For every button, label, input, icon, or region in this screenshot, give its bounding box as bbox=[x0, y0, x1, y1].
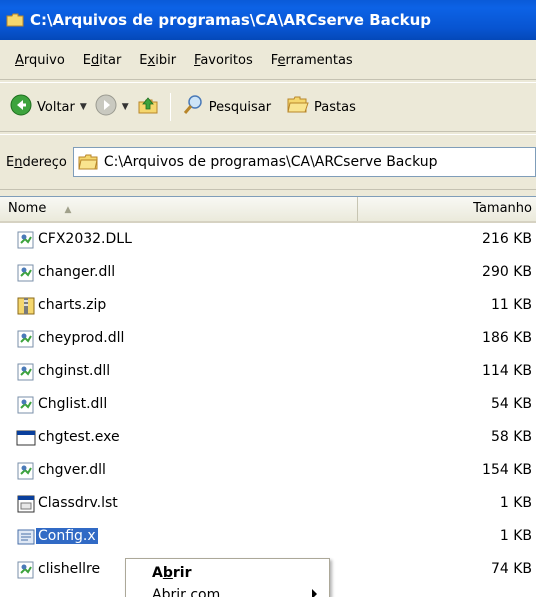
address-label: Endereço bbox=[6, 154, 67, 170]
file-size: 11 KB bbox=[490, 297, 532, 313]
file-row[interactable]: Classdrv.lst 1 KB bbox=[0, 491, 536, 518]
file-size: 58 KB bbox=[490, 429, 532, 445]
dll-icon bbox=[16, 560, 36, 580]
file-size: 1 KB bbox=[499, 495, 532, 511]
context-open-with-item[interactable]: Abrir com bbox=[152, 587, 220, 597]
file-size: 114 KB bbox=[482, 363, 532, 379]
menu-arquivo-rest: rquivo bbox=[23, 53, 65, 68]
menu-ferramentas[interactable]: Ferramentas bbox=[262, 49, 362, 72]
folder-icon bbox=[6, 13, 24, 27]
back-label: Voltar bbox=[37, 99, 75, 115]
file-size: 186 KB bbox=[482, 330, 532, 346]
file-name: changer.dll bbox=[38, 264, 116, 280]
exe-icon bbox=[16, 428, 36, 448]
file-list[interactable]: Nome ▲ Tamanho CFX2032.DLL 216 KB changer.… bbox=[0, 196, 536, 597]
context-open-item[interactable]: Abrir bbox=[152, 565, 191, 581]
file-name: chgver.dll bbox=[38, 462, 106, 478]
context-menu: Abrir Abrir com bbox=[125, 558, 330, 597]
toolbar-separator bbox=[169, 93, 171, 121]
menu-editar[interactable]: Editar bbox=[74, 49, 131, 72]
up-folder-icon bbox=[137, 94, 159, 120]
submenu-arrow-icon bbox=[312, 589, 317, 597]
standard-toolbar: Voltar ▼ ▼ Pesquisar Pastas bbox=[0, 82, 536, 132]
folders-button[interactable]: Pastas bbox=[283, 93, 360, 121]
file-row[interactable]: Config.x 1 KB bbox=[0, 524, 536, 551]
search-button[interactable]: Pesquisar bbox=[178, 92, 275, 122]
dll-icon bbox=[16, 461, 36, 481]
search-label: Pesquisar bbox=[208, 99, 272, 115]
file-row[interactable]: CFX2032.DLL 216 KB bbox=[0, 227, 536, 254]
file-row[interactable]: chgver.dll 154 KB bbox=[0, 458, 536, 485]
file-name: Chglist.dll bbox=[38, 396, 108, 412]
column-name-label: Nome bbox=[8, 201, 47, 216]
file-name: chgtest.exe bbox=[38, 429, 120, 445]
file-row[interactable]: chgtest.exe 58 KB bbox=[0, 425, 536, 452]
back-button[interactable]: Voltar ▼ bbox=[6, 92, 91, 122]
file-row[interactable]: Chglist.dll 54 KB bbox=[0, 392, 536, 419]
file-name: CFX2032.DLL bbox=[38, 231, 132, 247]
up-folder-button[interactable] bbox=[133, 92, 163, 122]
dll-icon bbox=[16, 395, 36, 415]
address-field[interactable]: C:\Arquivos de programas\CA\ARCserve Bac… bbox=[72, 147, 536, 177]
back-arrow-icon bbox=[10, 94, 32, 120]
column-size-header[interactable]: Tamanho bbox=[359, 197, 536, 221]
file-name: cheyprod.dll bbox=[38, 330, 125, 346]
sort-ascending-icon: ▲ bbox=[64, 205, 72, 215]
file-size: 216 KB bbox=[482, 231, 532, 247]
file-size: 290 KB bbox=[482, 264, 532, 280]
menu-exibir[interactable]: Exibir bbox=[130, 49, 185, 72]
title-bar[interactable]: C:\Arquivos de programas\CA\ARCserve Bac… bbox=[0, 0, 536, 40]
column-name-header[interactable]: Nome ▲ bbox=[0, 197, 358, 221]
forward-button[interactable]: ▼ bbox=[91, 92, 133, 122]
dll-icon bbox=[16, 263, 36, 283]
folders-icon bbox=[287, 95, 309, 119]
menu-favoritos[interactable]: Favoritos bbox=[185, 49, 262, 72]
file-size: 1 KB bbox=[499, 528, 532, 544]
dll-icon bbox=[16, 230, 36, 250]
address-bar: Endereço C:\Arquivos de programas\CA\ARC… bbox=[0, 134, 536, 190]
address-value: C:\Arquivos de programas\CA\ARCserve Bac… bbox=[103, 154, 438, 170]
column-size-label: Tamanho bbox=[473, 201, 532, 216]
window-title: C:\Arquivos de programas\CA\ARCserve Bac… bbox=[30, 11, 432, 29]
dll-icon bbox=[16, 329, 36, 349]
lst-icon bbox=[16, 494, 36, 514]
file-name: chginst.dll bbox=[38, 363, 111, 379]
file-name: Classdrv.lst bbox=[38, 495, 118, 511]
file-name: Config.x bbox=[36, 528, 98, 544]
search-icon bbox=[182, 94, 204, 120]
forward-arrow-icon bbox=[95, 94, 117, 120]
config-icon bbox=[16, 527, 36, 547]
menu-bar: Arquivo Editar Exibir Favoritos Ferramen… bbox=[0, 42, 536, 80]
zip-icon bbox=[16, 296, 36, 316]
file-size: 154 KB bbox=[482, 462, 532, 478]
menu-arquivo[interactable]: Arquivo bbox=[6, 49, 74, 72]
dll-icon bbox=[16, 362, 36, 382]
file-row[interactable]: changer.dll 290 KB bbox=[0, 260, 536, 287]
file-row[interactable]: charts.zip 11 KB bbox=[0, 293, 536, 320]
file-row[interactable]: cheyprod.dll 186 KB bbox=[0, 326, 536, 353]
file-size: 54 KB bbox=[490, 396, 532, 412]
file-name: charts.zip bbox=[38, 297, 107, 313]
file-size: 74 KB bbox=[490, 561, 532, 577]
file-row[interactable]: chginst.dll 114 KB bbox=[0, 359, 536, 386]
address-folder-icon bbox=[78, 154, 98, 170]
forward-dropdown-icon[interactable]: ▼ bbox=[122, 102, 129, 112]
folders-label: Pastas bbox=[314, 99, 356, 115]
column-header: Nome ▲ Tamanho bbox=[0, 197, 536, 223]
back-dropdown-icon[interactable]: ▼ bbox=[80, 102, 87, 112]
file-name: clishellre bbox=[38, 561, 101, 577]
